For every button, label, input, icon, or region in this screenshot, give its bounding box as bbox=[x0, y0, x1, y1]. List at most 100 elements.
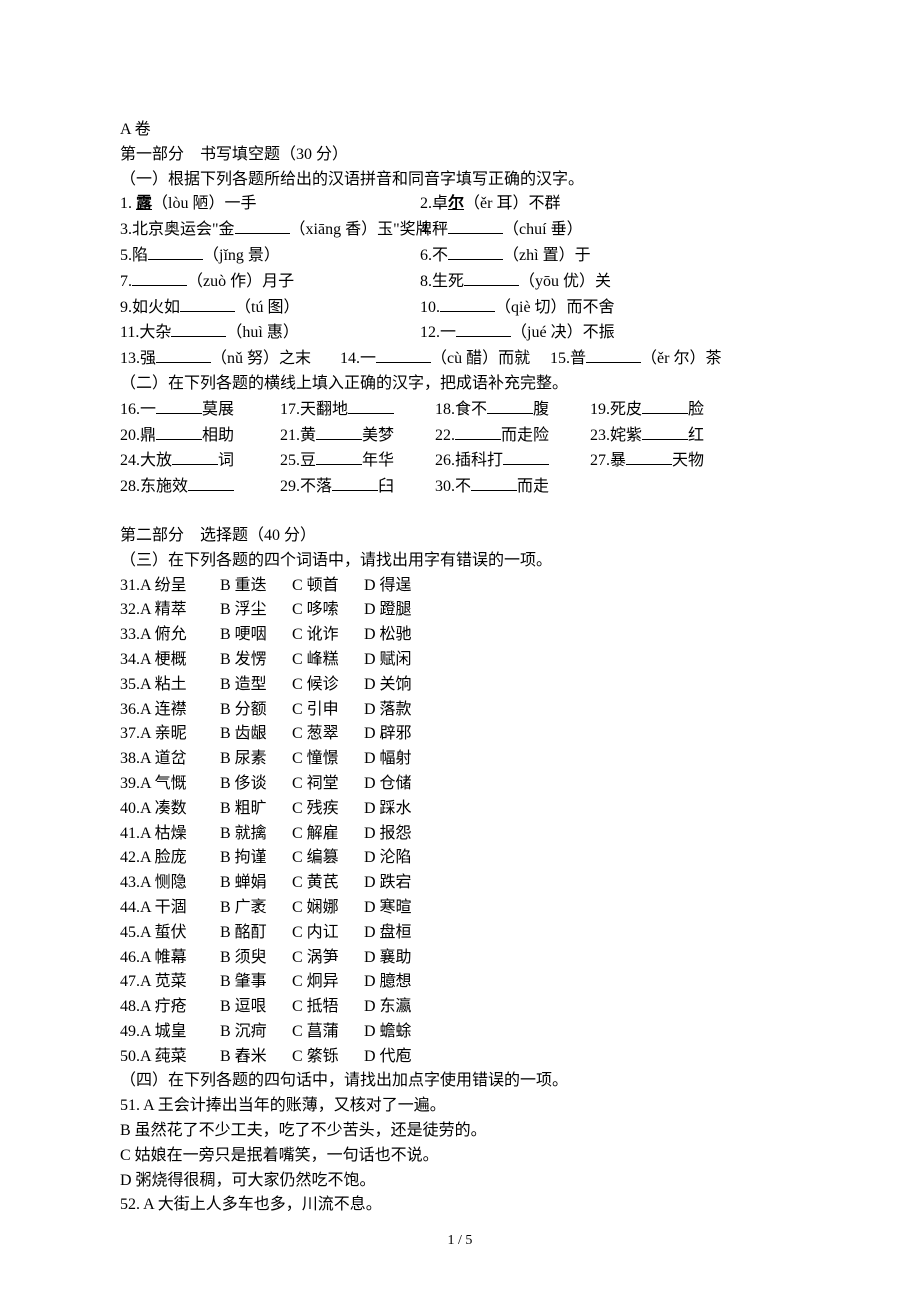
q51-d[interactable]: D 粥烧得很稠，可大家仍然吃不饱。 bbox=[120, 1169, 800, 1194]
opt-d[interactable]: D 得逞 bbox=[364, 574, 412, 599]
blank[interactable] bbox=[180, 295, 235, 312]
opt-a[interactable]: A 纷呈 bbox=[140, 574, 220, 599]
opt-c[interactable]: C 哆嗦 bbox=[292, 598, 364, 623]
opt-d[interactable]: D 蹬腿 bbox=[364, 598, 412, 623]
opt-c[interactable]: C 涡笋 bbox=[292, 946, 364, 971]
blank[interactable] bbox=[456, 320, 511, 337]
blank[interactable] bbox=[448, 217, 503, 234]
opt-d[interactable]: D 东瀛 bbox=[364, 995, 412, 1020]
opt-d[interactable]: D 跌宕 bbox=[364, 871, 412, 896]
opt-b[interactable]: B 广袤 bbox=[220, 896, 292, 921]
q51-c[interactable]: C 姑娘在一旁只是抿着嘴笑，一句话也不说。 bbox=[120, 1144, 800, 1169]
opt-b[interactable]: B 沉疴 bbox=[220, 1020, 292, 1045]
opt-a[interactable]: A 干涸 bbox=[140, 896, 220, 921]
blank[interactable] bbox=[440, 295, 495, 312]
opt-a[interactable]: A 恻隐 bbox=[140, 871, 220, 896]
opt-b[interactable]: B 浮尘 bbox=[220, 598, 292, 623]
opt-b[interactable]: B 齿龈 bbox=[220, 722, 292, 747]
opt-d[interactable]: D 寒暄 bbox=[364, 896, 412, 921]
opt-c[interactable]: C 葱翠 bbox=[292, 722, 364, 747]
opt-a[interactable]: A 亲昵 bbox=[140, 722, 220, 747]
opt-a[interactable]: A 苋菜 bbox=[140, 970, 220, 995]
blank[interactable] bbox=[316, 448, 362, 465]
opt-d[interactable]: D 沦陷 bbox=[364, 846, 412, 871]
opt-d[interactable]: D 赋闲 bbox=[364, 648, 412, 673]
opt-c[interactable]: C 编篡 bbox=[292, 846, 364, 871]
blank[interactable] bbox=[188, 474, 234, 491]
opt-d[interactable]: D 辟邪 bbox=[364, 722, 412, 747]
opt-a[interactable]: A 帷幕 bbox=[140, 946, 220, 971]
blank[interactable] bbox=[487, 397, 533, 414]
opt-c[interactable]: C 綮铄 bbox=[292, 1045, 364, 1070]
opt-c[interactable]: C 抵牾 bbox=[292, 995, 364, 1020]
blank[interactable] bbox=[626, 448, 672, 465]
opt-b[interactable]: B 粗旷 bbox=[220, 797, 292, 822]
opt-d[interactable]: D 襄助 bbox=[364, 946, 412, 971]
opt-c[interactable]: C 炯异 bbox=[292, 970, 364, 995]
opt-c[interactable]: C 残疾 bbox=[292, 797, 364, 822]
opt-c[interactable]: C 黄芪 bbox=[292, 871, 364, 896]
opt-a[interactable]: A 梗概 bbox=[140, 648, 220, 673]
opt-b[interactable]: B 发愣 bbox=[220, 648, 292, 673]
opt-c[interactable]: C 峰糕 bbox=[292, 648, 364, 673]
opt-c[interactable]: C 顿首 bbox=[292, 574, 364, 599]
q51-b[interactable]: B 虽然花了不少工夫，吃了不少苦头，还是徒劳的。 bbox=[120, 1119, 800, 1144]
opt-d[interactable]: D 代庖 bbox=[364, 1045, 412, 1070]
opt-a[interactable]: A 凑数 bbox=[140, 797, 220, 822]
opt-b[interactable]: B 拘谨 bbox=[220, 846, 292, 871]
blank[interactable] bbox=[471, 474, 517, 491]
opt-b[interactable]: B 肇事 bbox=[220, 970, 292, 995]
blank[interactable] bbox=[376, 346, 431, 363]
opt-b[interactable]: B 造型 bbox=[220, 673, 292, 698]
opt-a[interactable]: A 大街上人多车也多，川流不息。 bbox=[143, 1196, 382, 1213]
opt-d[interactable]: D 落款 bbox=[364, 698, 412, 723]
opt-b[interactable]: B 尿素 bbox=[220, 747, 292, 772]
blank[interactable] bbox=[171, 320, 226, 337]
blank[interactable] bbox=[348, 397, 394, 414]
opt-b[interactable]: B 就擒 bbox=[220, 822, 292, 847]
opt-d[interactable]: D 臆想 bbox=[364, 970, 412, 995]
opt-b[interactable]: B 哽咽 bbox=[220, 623, 292, 648]
opt-c[interactable]: C 解雇 bbox=[292, 822, 364, 847]
opt-a[interactable]: A 连襟 bbox=[140, 698, 220, 723]
opt-c[interactable]: C 候诊 bbox=[292, 673, 364, 698]
opt-a[interactable]: A 道岔 bbox=[140, 747, 220, 772]
blank[interactable] bbox=[503, 448, 549, 465]
opt-b[interactable]: B 蝉娟 bbox=[220, 871, 292, 896]
opt-d[interactable]: D 蟾蜍 bbox=[364, 1020, 412, 1045]
opt-a[interactable]: A 气慨 bbox=[140, 772, 220, 797]
opt-a[interactable]: A 粘土 bbox=[140, 673, 220, 698]
blank[interactable] bbox=[235, 217, 290, 234]
opt-d[interactable]: D 盘桓 bbox=[364, 921, 412, 946]
opt-a[interactable]: A 枯燥 bbox=[140, 822, 220, 847]
opt-b[interactable]: B 重迭 bbox=[220, 574, 292, 599]
blank[interactable] bbox=[156, 423, 202, 440]
opt-b[interactable]: B 须臾 bbox=[220, 946, 292, 971]
blank[interactable] bbox=[172, 448, 218, 465]
opt-a[interactable]: A 俯允 bbox=[140, 623, 220, 648]
opt-c[interactable]: C 内讧 bbox=[292, 921, 364, 946]
opt-a[interactable]: A 城皇 bbox=[140, 1020, 220, 1045]
opt-c[interactable]: C 祠堂 bbox=[292, 772, 364, 797]
opt-a[interactable]: A 蜇伏 bbox=[140, 921, 220, 946]
blank[interactable] bbox=[332, 474, 378, 491]
opt-c[interactable]: C 菖蒲 bbox=[292, 1020, 364, 1045]
opt-a[interactable]: A 莼菜 bbox=[140, 1045, 220, 1070]
opt-b[interactable]: B 侈谈 bbox=[220, 772, 292, 797]
blank[interactable] bbox=[156, 346, 211, 363]
opt-d[interactable]: D 报怨 bbox=[364, 822, 412, 847]
opt-d[interactable]: D 幅射 bbox=[364, 747, 412, 772]
opt-d[interactable]: D 关饷 bbox=[364, 673, 412, 698]
opt-d[interactable]: D 踩水 bbox=[364, 797, 412, 822]
blank[interactable] bbox=[642, 397, 688, 414]
blank[interactable] bbox=[455, 423, 501, 440]
opt-c[interactable]: C 引申 bbox=[292, 698, 364, 723]
blank[interactable] bbox=[448, 243, 503, 260]
blank[interactable] bbox=[586, 346, 641, 363]
opt-d[interactable]: D 松驰 bbox=[364, 623, 412, 648]
blank[interactable] bbox=[156, 397, 202, 414]
opt-b[interactable]: B 酩酊 bbox=[220, 921, 292, 946]
blank[interactable] bbox=[148, 243, 203, 260]
opt-b[interactable]: B 分额 bbox=[220, 698, 292, 723]
opt-c[interactable]: C 娴娜 bbox=[292, 896, 364, 921]
